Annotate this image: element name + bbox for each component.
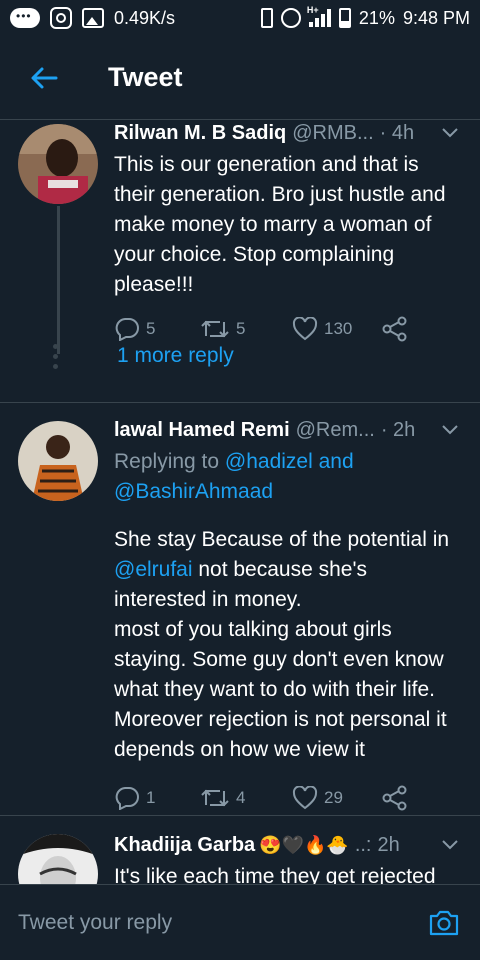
avatar[interactable] <box>18 834 98 884</box>
more-replies-link[interactable]: 1 more reply <box>0 310 480 402</box>
tweet-actions: 1 4 29 <box>114 783 460 813</box>
status-bar-left: 0.49K/s <box>10 7 175 29</box>
heart-icon <box>292 786 318 810</box>
tweet-text-part: most of you talking about girls staying.… <box>114 618 447 761</box>
avatar[interactable] <box>18 124 98 204</box>
status-bar-right: H+ 21% 9:48 PM <box>260 5 470 29</box>
tweet-header: Rilwan M. B Sadiq @RMB... · 4h <box>114 120 460 146</box>
gallery-icon <box>82 8 104 28</box>
reply-input[interactable] <box>18 910 426 935</box>
reply-button[interactable]: 1 <box>114 786 200 810</box>
tweet[interactable]: lawal Hamed Remi @Rem... · 2h Replying t… <box>0 403 480 815</box>
tweet-text: This is our generation and that is their… <box>114 153 446 296</box>
chevron-down-icon[interactable] <box>440 123 460 143</box>
tweet-header: Khadiija Garba 😍🖤🔥🐣 ..: 2h <box>114 832 460 858</box>
like-button[interactable]: 29 <box>292 786 382 810</box>
signal-icon: H+ <box>307 5 331 27</box>
chevron-down-icon[interactable] <box>440 420 460 440</box>
status-bar: 0.49K/s H+ 21% 9:48 PM <box>0 0 480 36</box>
instagram-icon <box>50 7 72 29</box>
share-button[interactable] <box>382 785 408 811</box>
chat-notification-icon <box>10 8 40 28</box>
tweet-text: It's like each time they get rejected <box>114 865 436 884</box>
author-name[interactable]: Khadiija Garba <box>114 834 255 857</box>
mention-link[interactable]: @elrufai <box>114 558 193 581</box>
back-arrow-icon <box>31 67 58 88</box>
tweet[interactable]: Rilwan M. B Sadiq @RMB... · 4h This is o… <box>0 120 480 354</box>
network-speed: 0.49K/s <box>114 7 176 28</box>
reply-icon <box>115 787 139 810</box>
tweet-text-part: She stay Because of the potential in <box>114 528 450 551</box>
retweet-count: 4 <box>236 788 246 807</box>
tweet-header: lawal Hamed Remi @Rem... · 2h <box>114 417 460 443</box>
tweet-time: · 4h <box>379 121 415 144</box>
alarm-icon <box>280 8 301 28</box>
thread-dots <box>53 344 58 369</box>
network-type-label: H+ <box>306 5 319 15</box>
vibrate-icon <box>260 8 273 28</box>
more-reply-label[interactable]: 1 more reply <box>117 344 234 368</box>
mention-link[interactable]: @hadizel and <box>225 450 354 473</box>
tweet-time: 2h <box>377 833 400 856</box>
replying-prefix: Replying to <box>114 450 220 473</box>
replying-to: Replying to @hadizel and @BashirAhmaad <box>114 447 460 507</box>
clock: 9:48 PM <box>402 7 470 28</box>
battery-level: 21% <box>358 7 395 28</box>
author-handle[interactable]: ..: <box>355 834 372 857</box>
tweet[interactable]: Khadiija Garba 😍🖤🔥🐣 ..: 2h It's like eac… <box>0 816 480 884</box>
battery-icon <box>338 8 351 28</box>
author-handle[interactable]: @Rem... <box>296 419 375 442</box>
reply-count: 1 <box>146 788 156 807</box>
chevron-down-icon[interactable] <box>440 835 460 855</box>
back-button[interactable] <box>14 48 74 108</box>
share-icon <box>382 785 407 811</box>
author-name[interactable]: Rilwan M. B Sadiq <box>114 122 286 145</box>
camera-icon[interactable] <box>426 905 462 941</box>
avatar[interactable] <box>18 421 98 501</box>
reply-feed[interactable]: Rilwan M. B Sadiq @RMB... · 4h This is o… <box>0 120 480 884</box>
retweet-button[interactable]: 4 <box>200 787 292 809</box>
tweet-text: She stay Because of the potential in @el… <box>114 525 460 765</box>
author-name-emoji: 😍🖤🔥🐣 <box>259 834 349 855</box>
author-handle[interactable]: @RMB... <box>292 122 373 145</box>
author-name[interactable]: lawal Hamed Remi <box>114 419 290 442</box>
like-count: 29 <box>324 788 343 807</box>
top-app-bar: Tweet <box>0 36 480 120</box>
page-title: Tweet <box>108 62 183 92</box>
retweet-icon <box>201 789 229 807</box>
reply-composer <box>0 884 480 960</box>
tweet-time: · 2h <box>380 418 416 441</box>
mention-link[interactable]: @BashirAhmaad <box>114 480 273 503</box>
